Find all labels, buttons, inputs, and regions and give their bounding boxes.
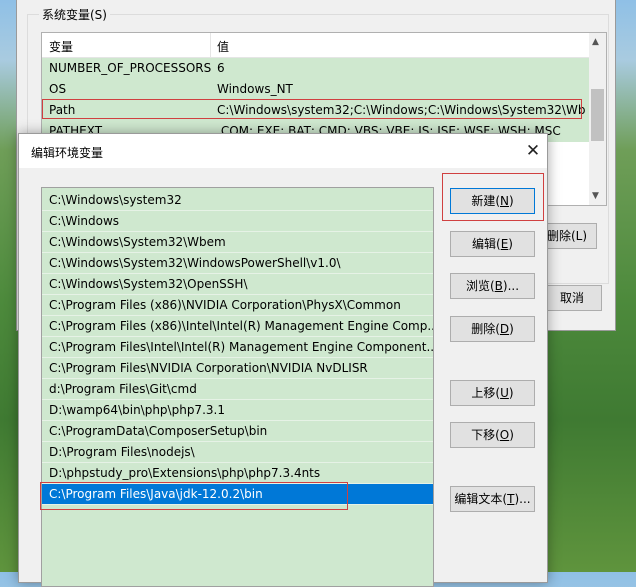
list-item[interactable]: C:\Windows\System32\OpenSSH\ (42, 274, 433, 295)
path-entry-text: C:\Program Files\Intel\Intel(R) Manageme… (49, 340, 433, 354)
vertical-scrollbar[interactable]: ▲ ▼ (589, 33, 606, 205)
move-up-button-key: U (500, 386, 509, 400)
title-bar[interactable]: 编辑环境变量 ✕ (19, 134, 547, 168)
move-down-button-key: O (499, 428, 510, 442)
path-entry-text: C:\Program Files (x86)\NVIDIA Corporatio… (49, 298, 401, 312)
new-button-key: N (500, 194, 509, 208)
path-row-highlight (42, 99, 582, 119)
move-up-button-tail: ) (508, 386, 514, 400)
edit-button-label: 编辑( (472, 237, 501, 251)
scrollbar-thumb[interactable] (591, 89, 604, 141)
list-item[interactable]: D:\wamp64\bin\php\php7.3.1 (42, 400, 433, 421)
system-variables-group-title: 系统变量(S) (39, 6, 110, 23)
scroll-up-icon[interactable]: ▲ (592, 37, 599, 47)
move-down-button-tail: ) (509, 428, 514, 442)
list-item[interactable]: D:\Program Files\nodejs\ (42, 442, 433, 463)
edit-button-tail: ) (508, 237, 513, 251)
delete-button-label: 删除( (471, 322, 500, 336)
edit-button[interactable]: 编辑(E) (450, 231, 535, 257)
column-header-variable[interactable]: 变量 (49, 38, 73, 55)
move-down-button-label: 下移( (471, 428, 500, 442)
list-item[interactable]: C:\Program Files (x86)\Intel\Intel(R) Ma… (42, 316, 433, 337)
delete-button[interactable]: 删除(D) (450, 316, 535, 342)
list-item[interactable]: C:\Windows\System32\Wbem (42, 232, 433, 253)
path-entry-text: D:\Program Files\nodejs\ (49, 445, 195, 459)
path-entries-list[interactable]: C:\Windows\system32 C:\Windows C:\Windows\… (41, 187, 434, 587)
delete-button-key: D (499, 322, 510, 336)
browse-button[interactable]: 浏览(B)... (450, 273, 535, 299)
close-icon[interactable]: ✕ (518, 138, 548, 164)
list-item[interactable]: d:\Program Files\Git\cmd (42, 379, 433, 400)
cancel-button[interactable]: 取消 (542, 285, 602, 311)
path-entry-text: D:\phpstudy_pro\Extensions\php\php7.3.4n… (49, 466, 321, 480)
list-item[interactable]: C:\Program Files (x86)\NVIDIA Corporatio… (42, 295, 433, 316)
list-item[interactable]: C:\Windows\System32\WindowsPowerShell\v1… (42, 253, 433, 274)
edit-text-button[interactable]: 编辑文本(T)... (450, 486, 535, 512)
path-entry-text: C:\Windows\System32\WindowsPowerShell\v1… (49, 256, 341, 270)
path-entry-text: C:\Program Files (x86)\Intel\Intel(R) Ma… (49, 319, 433, 333)
variable-name: NUMBER_OF_PROCESSORS (49, 61, 212, 75)
new-button[interactable]: 新建(N) (450, 188, 535, 214)
list-item[interactable]: C:\Windows (42, 211, 433, 232)
path-entry-text: C:\Program Files\NVIDIA Corporation\NVID… (49, 361, 368, 375)
list-header: 变量 值 (42, 33, 590, 58)
dialog-title: 编辑环境变量 (31, 146, 104, 160)
move-up-button-label: 上移( (471, 386, 501, 400)
new-button-label: 新建( (471, 194, 500, 208)
path-entry-text: D:\wamp64\bin\php\php7.3.1 (49, 403, 225, 417)
path-entry-text: C:\Windows\System32\OpenSSH\ (49, 277, 248, 291)
path-entry-text: C:\Windows\System32\Wbem (49, 235, 226, 249)
column-header-value[interactable]: 值 (217, 38, 229, 55)
edit-text-button-label: 编辑文本( (454, 492, 508, 506)
list-item[interactable]: C:\Windows\system32 (42, 190, 433, 211)
variable-value: Windows_NT (217, 82, 293, 96)
new-button-tail: ) (508, 194, 514, 208)
table-row[interactable]: NUMBER_OF_PROCESSORS 6 (42, 58, 590, 79)
list-item[interactable]: D:\phpstudy_pro\Extensions\php\php7.3.4n… (42, 463, 433, 484)
list-item[interactable]: C:\Program Files\NVIDIA Corporation\NVID… (42, 358, 433, 379)
move-up-button[interactable]: 上移(U) (450, 380, 535, 406)
path-entry-text: C:\Windows\system32 (49, 193, 182, 207)
browse-button-key: B (494, 279, 503, 293)
path-entry-text: C:\ProgramData\ComposerSetup\bin (49, 424, 268, 438)
browse-button-label: 浏览( (465, 279, 495, 293)
list-item[interactable]: C:\ProgramData\ComposerSetup\bin (42, 421, 433, 442)
edit-text-button-tail: )... (514, 492, 531, 506)
variable-name: OS (49, 82, 67, 96)
column-divider[interactable] (210, 33, 211, 57)
selected-entry-highlight (40, 482, 348, 510)
table-row[interactable]: OS Windows_NT (42, 79, 590, 100)
delete-button-tail: ) (509, 322, 514, 336)
scroll-down-icon[interactable]: ▼ (592, 191, 599, 201)
variable-value: 6 (217, 61, 225, 75)
move-down-button[interactable]: 下移(O) (450, 422, 535, 448)
list-item[interactable]: C:\Program Files\Intel\Intel(R) Manageme… (42, 337, 433, 358)
path-entry-text: d:\Program Files\Git\cmd (49, 382, 197, 396)
edit-environment-variable-dialog: 编辑环境变量 ✕ C:\Windows\system32 C:\Windows C:… (18, 133, 548, 587)
path-entry-text: C:\Windows (49, 214, 120, 228)
browse-button-tail: )... (502, 279, 520, 293)
